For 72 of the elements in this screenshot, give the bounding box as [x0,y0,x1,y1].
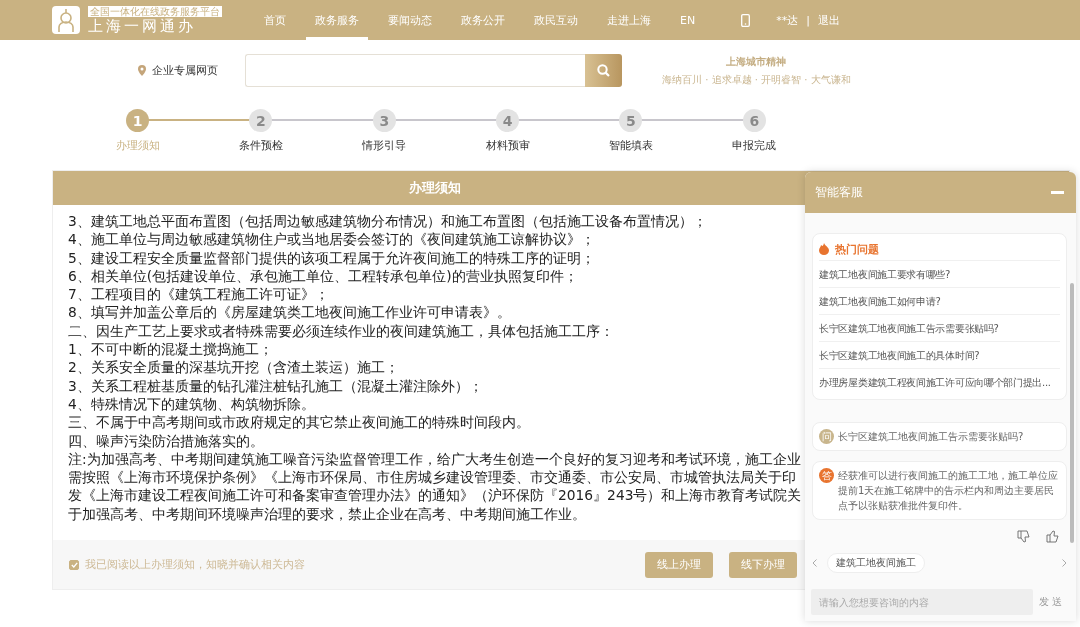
send-button[interactable]: 发送 [1039,595,1065,609]
hot-question-link[interactable]: 长宁区建筑工地夜间施工的具体时间? [819,341,1060,368]
step-number: 3 [372,109,396,132]
notice-line: 二、因生产工艺上要求或者特殊需要必须连续作业的夜间建筑施工，具体包括施工工序： [68,321,615,341]
step-number: 4 [496,109,520,132]
notice-line: 四、噪声污染防治措施落实的。 [68,431,265,450]
thumbs-up-icon[interactable] [1046,530,1059,543]
panel-title: 办理须知 [409,179,461,197]
notice-line: 5、建设工程安全质量监督部门提供的该项工程属于允许夜间施工的特殊工序的证明； [68,248,596,267]
nav-link[interactable]: 政务公开 [452,0,514,40]
notice-line: 3、关系工程桩基质量的钻孔灌注桩钻孔施工（混凝土灌注除外）； [68,376,484,395]
badge: 答 [819,468,834,483]
hot-question-link[interactable]: 建筑工地夜间施工要求有哪些? [819,260,1060,287]
hot-question-link[interactable]: 建筑工地夜间施工如何申请? [819,287,1060,314]
step-number: 6 [742,109,766,132]
scrollbar-thumb[interactable] [1070,283,1074,543]
step-label: 智能填表 [608,138,653,153]
notice-line: 8、填写并加盖公章后的《房屋建筑类工地夜间施工作业许可申请表》。 [68,303,512,322]
step-label: 办理须知 [115,138,160,153]
logout-link[interactable]: 退出 [817,12,840,28]
thumbs-down-icon[interactable] [1017,530,1030,543]
nav-link[interactable]: 走进上海 [598,0,660,40]
logo-tagline: 全国一体化在线政务服务平台 [88,5,222,17]
step-label: 申报完成 [732,138,777,153]
badge: 问 [819,429,834,444]
notice-line: 7、工程项目的《建筑工程施工许可证》； [68,285,330,304]
hot-title: 热门问题 [835,241,879,257]
topic-chip[interactable]: 建筑工地夜间施工 [827,553,925,573]
action-button[interactable]: 线上办理 [645,551,713,578]
notice-line: 2、关系安全质量的深基坑开挖（含渣土装运）施工； [68,358,400,377]
notice-line: 3、建筑工地总平面布置图（包括周边敏感建筑物分布情况）和施工布置图（包括施工设备布置情况）； [68,212,708,231]
separator: | [806,13,810,27]
step-number: 5 [619,109,643,132]
location-pin-icon [138,65,146,76]
step-label: 条件预检 [239,138,283,153]
chevron-left-icon[interactable] [812,559,817,567]
logo-title: 上海一网通办 [88,17,196,35]
action-button[interactable]: 线下办理 [729,551,797,578]
agree-checkbox[interactable] [69,559,79,570]
user-name[interactable]: **达 [776,12,799,28]
agree-label: 我已阅读以上办理须知，知晓并确认相关内容 [85,557,306,572]
nav-link[interactable]: EN [671,0,705,40]
message-text: 长宁区建筑工地夜间施工告示需要张贴吗? [838,430,1024,444]
logo-icon [52,6,80,34]
slogan-text: 海纳百川 · 追求卓越 · 开明睿智 · 大气谦和 [662,72,851,87]
step-label: 材料预审 [485,138,530,153]
notice-line: 1、不可中断的混凝土搅捣施工； [68,340,274,359]
hot-question-link[interactable]: 办理房屋类建筑工程夜间施工许可应向哪个部门提出... [819,368,1060,395]
search-field[interactable] [245,54,585,87]
nav-link[interactable]: 首页 [255,0,295,40]
search-button[interactable] [585,54,622,87]
step-label: 情形引导 [362,138,407,153]
slogan-title: 上海城市精神 [726,54,787,69]
chat-title: 智能客服 [815,184,863,201]
step-number: 2 [249,109,273,132]
notice-line: 4、施工单位与周边敏感建筑物住户或当地居委会签订的《夜间建筑施工谅解协议》； [68,230,596,249]
location-label[interactable]: 企业专属网页 [152,63,218,78]
hot-question-link[interactable]: 长宁区建筑工地夜间施工告示需要张贴吗? [819,314,1060,341]
nav-link[interactable]: 政务服务 [306,0,368,40]
chat-input[interactable]: 请输入您想要咨询的内容 [811,589,1033,615]
message-text: 经获准可以进行夜间施工的施工工地，施工单位应提前1天在施工铭牌中的告示栏内和周边主要居民点予以张贴获准批件复印件。 [838,469,1059,513]
chevron-right-icon[interactable] [1062,559,1067,567]
nav-link[interactable]: 政民互动 [525,0,587,40]
step-number: 1 [126,109,150,132]
notice-line: 6、相关单位(包括建设单位、承包施工单位、工程转承包单位)的营业执照复印件； [68,266,579,286]
notice-line: 4、特殊情况下的建筑物、构筑物拆除。 [68,394,316,414]
notice-paragraph: 注:为加强高考、中考期间建筑施工噪音污染监督管理工作，给广大考生创造一个良好的复习迎考和考试环境，施工企业需按照《上海市环境保护条例》《上海市环保局、市住房城乡建设管理委、市交通委、市公安局、市城管执法局关于印发《上海市建设工程夜间施工许可和备案审查管理办法》的通知》（沪环保防『2016』243号）和上海市教育考试院关于加强高考、中考期间环境噪声治理的要求，禁止企业在高考、中考期间施工作业。 [68,449,803,524]
search-icon [597,64,610,77]
nav-link[interactable]: 要闻动态 [379,0,441,40]
phone-icon[interactable] [741,13,751,27]
flame-icon [819,243,829,255]
notice-line: 三、不属于中高考期间或市政府规定的其它禁止夜间施工的特殊时间段内。 [68,413,531,432]
